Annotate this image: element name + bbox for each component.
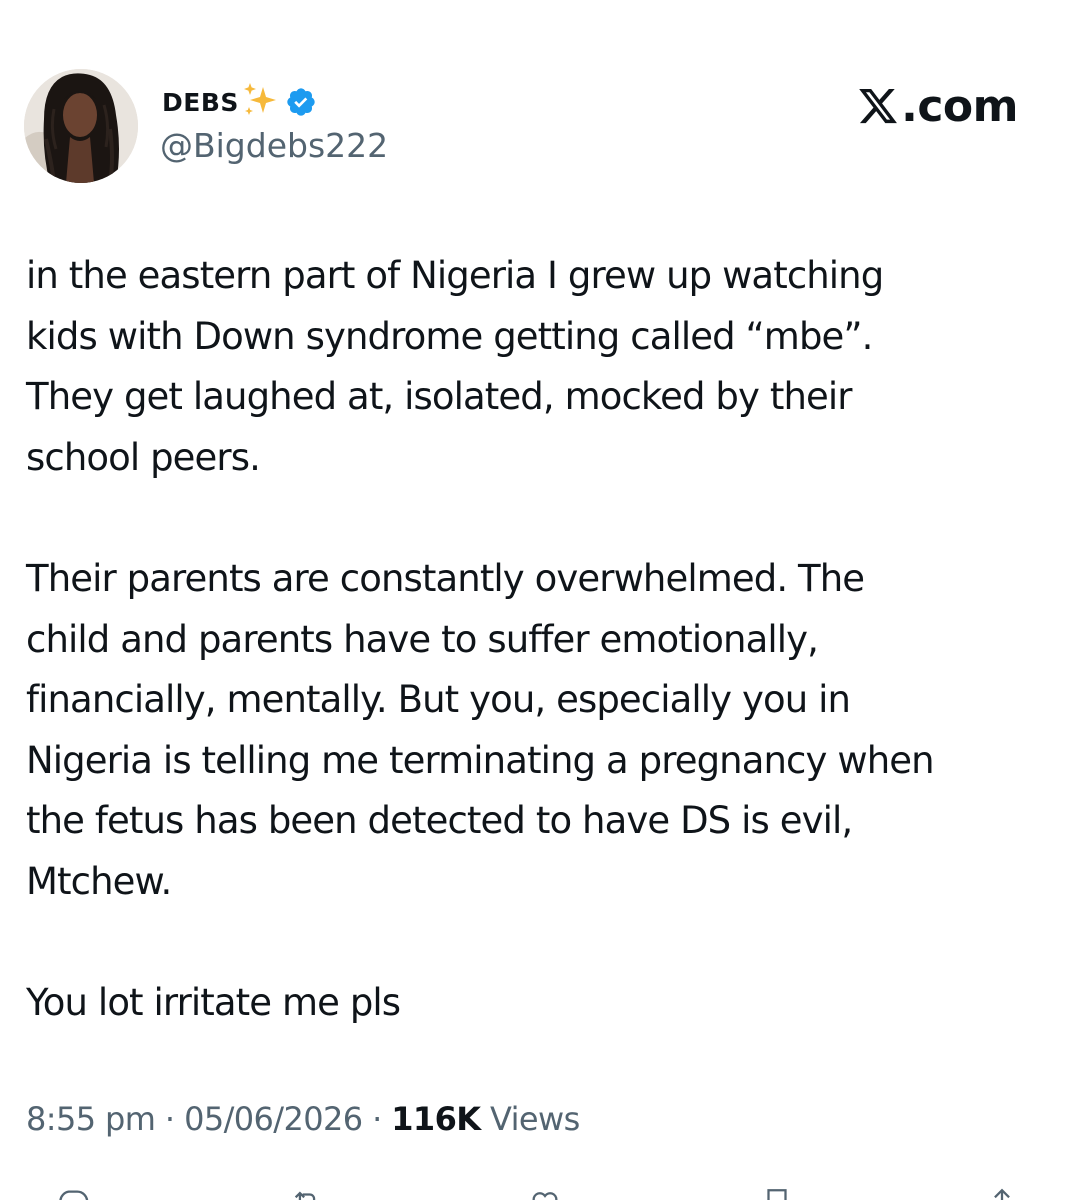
meta-separator: · <box>372 1100 382 1138</box>
brand-suffix: .com <box>901 80 1018 132</box>
tweet-text: in the eastern part of Nigeria I grew up… <box>26 246 1046 1034</box>
display-name[interactable]: DEBS <box>162 88 239 117</box>
tweet-date[interactable]: 05/06/2026 <box>184 1100 363 1138</box>
bookmark-icon[interactable] <box>760 1186 794 1200</box>
views-label: Views <box>490 1100 580 1138</box>
views-count: 116K <box>391 1100 481 1138</box>
action-bar <box>0 1186 1070 1200</box>
brand-logo: .com <box>856 78 1018 134</box>
like-icon[interactable] <box>528 1186 562 1200</box>
sparkles-icon <box>241 81 279 119</box>
avatar[interactable] <box>24 69 138 183</box>
tweet-paragraph: Their parents are constantly overwhelmed… <box>26 556 935 903</box>
meta-separator: · <box>164 1100 175 1138</box>
share-icon[interactable] <box>985 1186 1019 1200</box>
x-logo-icon <box>856 85 900 127</box>
author-name-row[interactable]: DEBS <box>162 82 317 122</box>
verified-badge-icon <box>285 86 317 118</box>
tweet-time[interactable]: 8:55 pm <box>26 1100 156 1138</box>
tweet-meta: 8:55 pm · 05/06/2026 · 116K Views <box>26 1100 580 1138</box>
repost-icon[interactable] <box>290 1186 324 1200</box>
reply-icon[interactable] <box>56 1186 90 1200</box>
author-handle[interactable]: @Bigdebs222 <box>160 126 388 165</box>
tweet-paragraph: in the eastern part of Nigeria I grew up… <box>26 254 884 479</box>
tweet-paragraph: You lot irritate me pls <box>26 981 401 1025</box>
